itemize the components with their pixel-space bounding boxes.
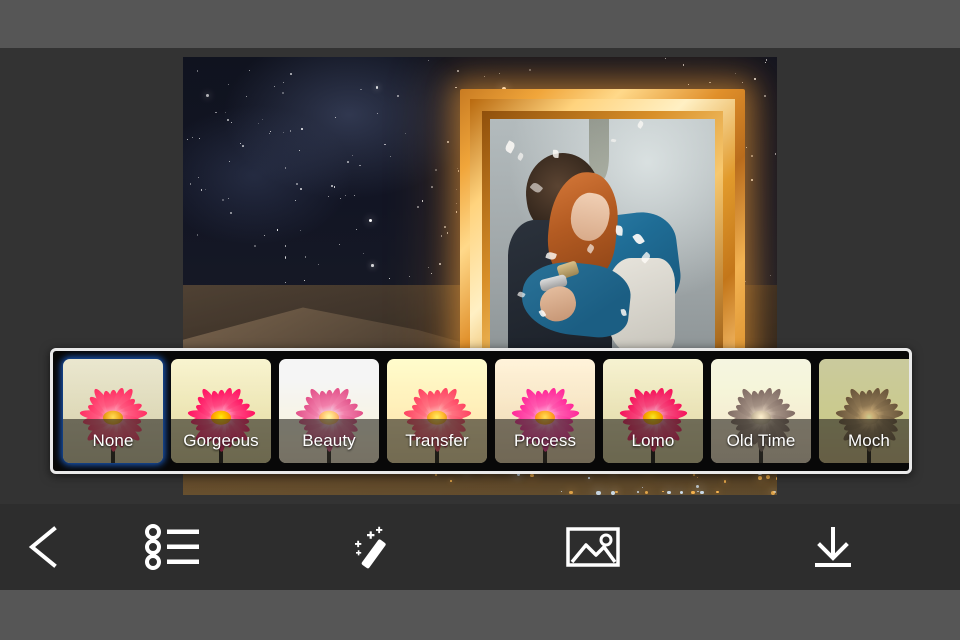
effects-button[interactable] xyxy=(260,504,480,590)
frame-inner-band-2 xyxy=(482,111,723,367)
filter-thumb-process[interactable]: Process xyxy=(495,359,595,463)
magic-wand-icon xyxy=(343,522,397,572)
list-icon xyxy=(144,524,201,570)
image-icon xyxy=(565,525,621,569)
frame-inner-band xyxy=(470,99,735,379)
back-chevron-icon xyxy=(23,523,63,571)
filter-thumb-lomo[interactable]: Lomo xyxy=(603,359,703,463)
photos-button[interactable] xyxy=(480,504,705,590)
filter-label: None xyxy=(92,431,134,450)
filter-label: Lomo xyxy=(631,431,675,450)
filter-thumb-old-time[interactable]: Old Time xyxy=(711,359,811,463)
filter-label-band: None xyxy=(63,419,163,463)
download-icon xyxy=(807,521,859,573)
filter-label-band: Gorgeous xyxy=(171,419,271,463)
back-button[interactable] xyxy=(0,504,85,590)
filter-thumb-none[interactable]: None xyxy=(63,359,163,463)
save-button[interactable] xyxy=(705,504,960,590)
filter-label: Moch xyxy=(848,431,890,450)
falling-petals xyxy=(490,119,715,359)
gold-picture-frame xyxy=(460,89,745,389)
bottom-home-bar xyxy=(0,590,960,640)
frames-button[interactable] xyxy=(85,504,260,590)
framed-couple-photo xyxy=(490,119,715,359)
filter-thumb-beauty[interactable]: Beauty xyxy=(279,359,379,463)
filter-label-band: Moch xyxy=(819,419,909,463)
filter-label-band: Old Time xyxy=(711,419,811,463)
bottom-toolbar xyxy=(0,504,960,590)
filter-carousel[interactable]: None Gorgeous Beauty Transfer Process Lomo Old… xyxy=(50,348,912,474)
filter-label-band: Lomo xyxy=(603,419,703,463)
top-status-bar xyxy=(0,0,960,48)
filter-label-band: Beauty xyxy=(279,419,379,463)
filter-thumb-gorgeous[interactable]: Gorgeous xyxy=(171,359,271,463)
filter-label: Old Time xyxy=(726,431,796,450)
filter-label: Gorgeous xyxy=(183,431,259,450)
filter-thumb-transfer[interactable]: Transfer xyxy=(387,359,487,463)
filter-label: Transfer xyxy=(405,431,469,450)
filter-label: Process xyxy=(513,431,577,450)
filter-thumb-moch[interactable]: Moch xyxy=(819,359,909,463)
filter-label-band: Transfer xyxy=(387,419,487,463)
filter-label-band: Process xyxy=(495,419,595,463)
filter-label: Beauty xyxy=(302,431,356,450)
